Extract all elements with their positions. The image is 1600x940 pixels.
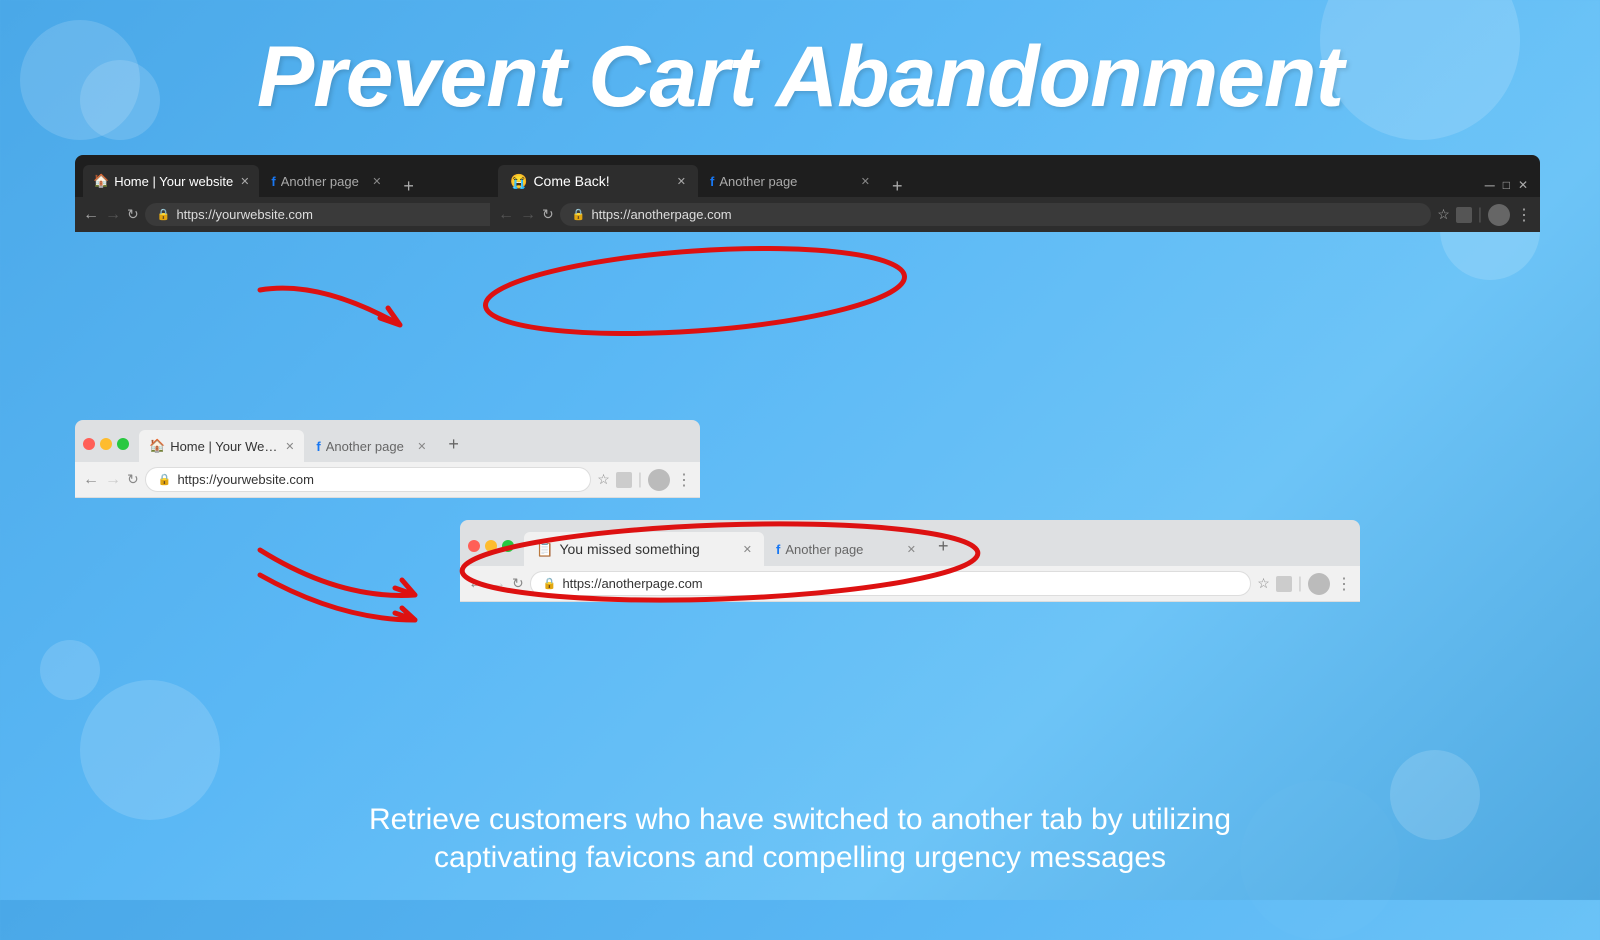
- user-light-circle: [648, 469, 670, 491]
- tab-home-light-label: Home | Your Website: [170, 439, 280, 454]
- you-missed-emoji: 📋: [536, 541, 553, 558]
- tab3-close[interactable]: ✕: [861, 175, 870, 188]
- reload-light-btn[interactable]: ↻: [127, 471, 139, 488]
- url-display2: https://anotherpage.com: [591, 207, 731, 222]
- bookmark-bottom-icon[interactable]: ☆: [1257, 575, 1270, 592]
- divider-bottom: |: [1298, 575, 1302, 593]
- bottom-text-area: Retrieve customers who have switched to …: [0, 803, 1600, 875]
- traffic-yellow[interactable]: [100, 438, 112, 450]
- come-back-label: Come Back!: [533, 173, 609, 189]
- tab-home-label: Home | Your website: [114, 174, 233, 189]
- traffic-green2[interactable]: [502, 540, 514, 552]
- lock-bottom-icon: 🔒: [543, 577, 557, 590]
- tab-home-light-close[interactable]: ✕: [285, 440, 294, 453]
- back-light-btn[interactable]: ←: [83, 471, 99, 489]
- url-bottom-display: https://anotherpage.com: [562, 576, 702, 591]
- tab-another-light-label: Another page: [326, 439, 412, 454]
- subtitle-line2: captivating favicons and compelling urge…: [0, 841, 1600, 875]
- square-light-icon: [616, 472, 632, 488]
- close2-icon[interactable]: ✕: [1518, 178, 1528, 192]
- home-favicon: 🏠: [93, 173, 109, 189]
- fwd-bottom-btn[interactable]: →: [490, 575, 506, 593]
- tab2-close-icon[interactable]: ✕: [372, 175, 381, 188]
- fb-favicon-light: f: [316, 439, 320, 454]
- tab-home-light[interactable]: 🏠 Home | Your Website ✕: [139, 430, 304, 462]
- user-bottom-circle: [1308, 573, 1330, 595]
- traffic-red2[interactable]: [468, 540, 480, 552]
- lock-light-icon: 🔒: [158, 473, 172, 486]
- reload3-btn[interactable]: ↻: [542, 206, 554, 223]
- you-missed-tab[interactable]: 📋 You missed something ✕: [524, 532, 764, 566]
- another-page-label: Another page: [719, 174, 797, 189]
- back-btn[interactable]: ←: [83, 206, 99, 224]
- new-tab-bottom-btn[interactable]: +: [932, 536, 955, 557]
- browser-bottom-light: 🏠 Home | Your Website ✕ f Another page ✕…: [75, 420, 700, 498]
- tab-close-icon[interactable]: ✕: [240, 175, 249, 188]
- you-missed-label: You missed something: [559, 541, 699, 557]
- tab-home-dark[interactable]: 🏠 Home | Your website ✕: [83, 165, 259, 197]
- fwd-light-btn[interactable]: →: [105, 471, 121, 489]
- min2-icon[interactable]: ─: [1485, 177, 1495, 193]
- lock2-icon: 🔒: [572, 208, 586, 221]
- tab-another-bottom-label: Another page: [785, 542, 863, 557]
- back3-btn[interactable]: ←: [498, 206, 514, 224]
- reload-btn[interactable]: ↻: [127, 206, 139, 223]
- square-bottom-icon: [1276, 576, 1292, 592]
- home-favicon-light: 🏠: [149, 438, 165, 454]
- browser-bottom-right: 📋 You missed something ✕ f Another page …: [460, 520, 1360, 602]
- lock-icon: 🔒: [157, 208, 171, 221]
- back-bottom-btn[interactable]: ←: [468, 575, 484, 593]
- url-display: https://yourwebsite.com: [176, 207, 313, 222]
- tab-another-bottom-close[interactable]: ✕: [907, 543, 916, 556]
- come-back-emoji: 😭: [510, 173, 527, 190]
- new-tab-btn2[interactable]: +: [886, 176, 909, 197]
- come-back-tab[interactable]: 😭 Come Back! ✕: [498, 165, 698, 197]
- square2-icon: [1456, 207, 1472, 223]
- user2-circle: [1488, 204, 1510, 226]
- traffic-red[interactable]: [83, 438, 95, 450]
- bookmark2-icon[interactable]: ☆: [1437, 206, 1450, 223]
- tab-another-light[interactable]: f Another page ✕: [306, 430, 436, 462]
- fb-favicon-bottom: f: [776, 542, 780, 557]
- traffic-green[interactable]: [117, 438, 129, 450]
- tab-another-page-dark2[interactable]: f Another page ✕: [700, 165, 880, 197]
- tab-another-light-close[interactable]: ✕: [417, 440, 426, 453]
- subtitle-line1: Retrieve customers who have switched to …: [0, 803, 1600, 837]
- come-back-oval: [475, 246, 915, 336]
- new-tab-btn[interactable]: +: [397, 176, 420, 197]
- new-tab-light-btn[interactable]: +: [442, 434, 465, 455]
- browser-top-dark-right: 😭 Come Back! ✕ f Another page ✕ + ─ □ ✕ …: [490, 155, 1540, 232]
- max2-icon[interactable]: □: [1503, 178, 1510, 192]
- divider-light: |: [638, 471, 642, 489]
- come-back-close[interactable]: ✕: [677, 175, 686, 188]
- fwd3-btn[interactable]: →: [520, 206, 536, 224]
- menu-light-icon[interactable]: ⋮: [676, 470, 692, 490]
- divider2: |: [1478, 206, 1482, 224]
- facebook-favicon: f: [271, 174, 275, 189]
- fb-favicon2: f: [710, 174, 714, 189]
- tab-another-dark[interactable]: f Another page ✕: [261, 165, 391, 197]
- menu-bottom-icon[interactable]: ⋮: [1336, 574, 1352, 594]
- url-light-display: https://yourwebsite.com: [177, 472, 314, 487]
- tab-another-label: Another page: [281, 174, 367, 189]
- reload-bottom-btn[interactable]: ↻: [512, 575, 524, 592]
- tab-another-bottom[interactable]: f Another page ✕: [766, 532, 926, 566]
- menu2-icon[interactable]: ⋮: [1516, 205, 1532, 225]
- top-arrow: [240, 270, 500, 370]
- bookmark-light-icon[interactable]: ☆: [597, 471, 610, 488]
- you-missed-close[interactable]: ✕: [743, 543, 752, 556]
- forward-btn[interactable]: →: [105, 206, 121, 224]
- traffic-yellow2[interactable]: [485, 540, 497, 552]
